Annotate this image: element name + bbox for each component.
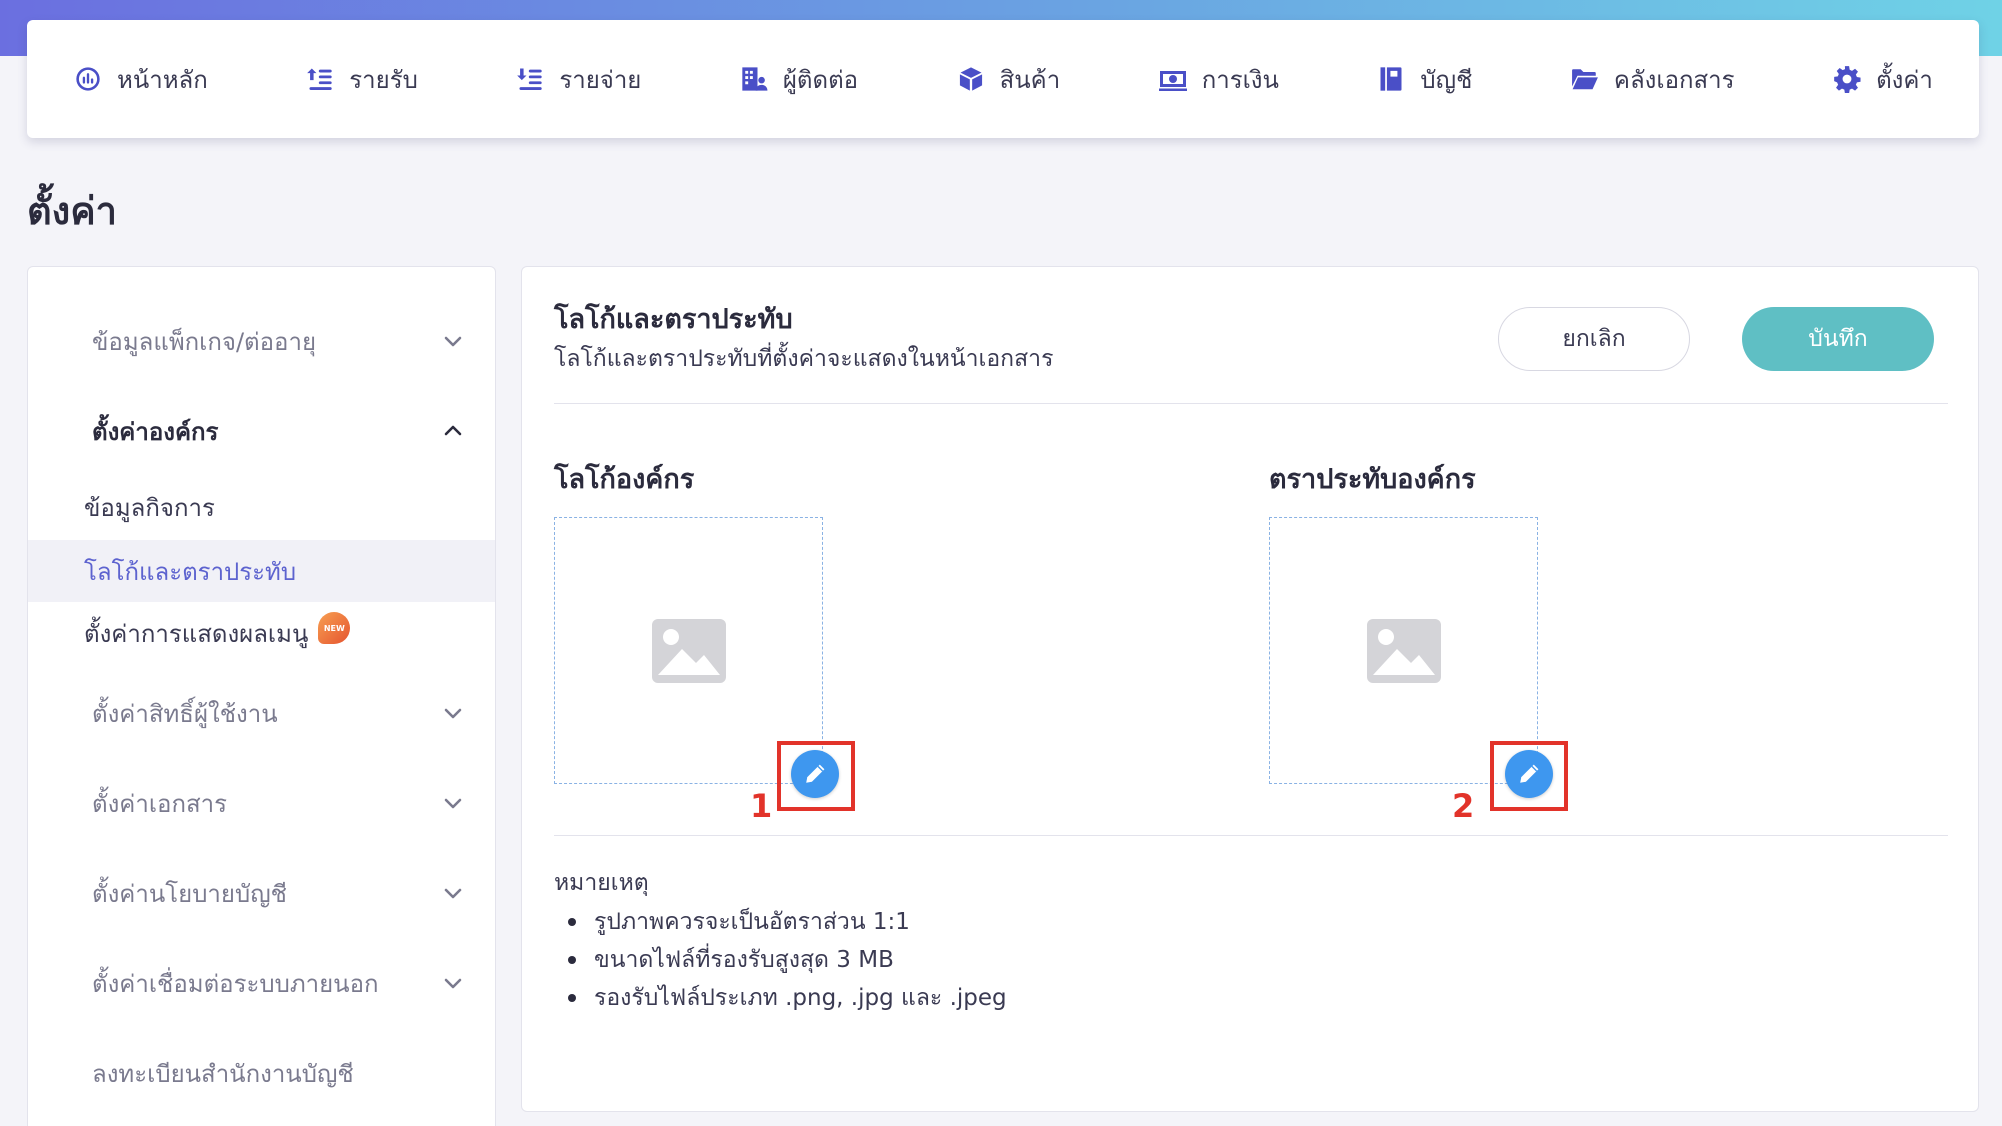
nav-item-documents[interactable]: คลังเอกสาร bbox=[1566, 52, 1739, 107]
note-title: หมายเหตุ bbox=[554, 870, 649, 896]
main-navbar: หน้าหลัก รายรับ รายจ่าย ผู้ติดต่อ สินค้า… bbox=[27, 20, 1979, 138]
chevron-down-icon bbox=[441, 881, 465, 905]
sidebar-group-register-accounting-office[interactable]: ลงทะเบียนสำนักงานบัญชี bbox=[28, 1043, 495, 1103]
header-divider bbox=[554, 403, 1948, 404]
note-item: รองรับไฟล์ประเภท .png, .jpg และ .jpeg bbox=[554, 979, 1007, 1017]
stamp-title: ตราประทับองค์กร bbox=[1269, 464, 1476, 495]
sidebar-group-label: ตั้งค่านโยบายบัญชี bbox=[92, 879, 287, 908]
save-button[interactable]: บันทึก bbox=[1742, 307, 1934, 371]
nav-label: รายรับ bbox=[349, 65, 418, 94]
chevron-down-icon bbox=[441, 791, 465, 815]
logo-stamp-panel: โลโก้และตราประทับ โลโก้และตราประทับที่ตั… bbox=[521, 266, 1979, 1112]
nav-item-contacts[interactable]: ผู้ติดต่อ bbox=[735, 52, 862, 107]
note-item: รูปภาพควรจะเป็นอัตราส่วน 1:1 bbox=[554, 903, 1007, 941]
sidebar-item-logo-stamp[interactable]: โลโก้และตราประทับ bbox=[28, 540, 495, 602]
nav-item-settings[interactable]: ตั้งค่า bbox=[1828, 52, 1937, 107]
section-title: โลโก้และตราประทับ bbox=[554, 304, 793, 335]
contacts-icon bbox=[739, 64, 769, 94]
logo-title: โลโก้องค์กร bbox=[554, 464, 695, 495]
chevron-down-icon bbox=[441, 329, 465, 353]
sidebar-item-label: ข้อมูลกิจการ bbox=[84, 493, 215, 522]
note-item: ขนาดไฟล์ที่รองรับสูงสุด 3 MB bbox=[554, 941, 1007, 979]
sidebar-group-documents[interactable]: ตั้งค่าเอกสาร bbox=[28, 773, 495, 833]
sidebar-group-label: ตั้งค่าเชื่อมต่อระบบภายนอก bbox=[92, 969, 379, 998]
sidebar-group-integrations[interactable]: ตั้งค่าเชื่อมต่อระบบภายนอก bbox=[28, 953, 495, 1013]
nav-item-products[interactable]: สินค้า bbox=[952, 52, 1065, 107]
nav-item-accounting[interactable]: บัญชี bbox=[1372, 52, 1476, 107]
step-number-1: 1 bbox=[750, 787, 773, 825]
chevron-up-icon bbox=[441, 419, 465, 443]
image-placeholder-icon bbox=[651, 618, 726, 683]
chevron-down-icon bbox=[441, 971, 465, 995]
image-placeholder-icon bbox=[1366, 618, 1441, 683]
new-badge: NEW bbox=[318, 612, 351, 644]
content-divider bbox=[554, 835, 1948, 836]
nav-label: คลังเอกสาร bbox=[1613, 65, 1735, 94]
chevron-down-icon bbox=[441, 701, 465, 725]
nav-label: การเงิน bbox=[1201, 65, 1279, 94]
page-title: ตั้งค่า bbox=[27, 189, 117, 233]
cancel-button[interactable]: ยกเลิก bbox=[1498, 307, 1690, 371]
pencil-icon bbox=[1520, 764, 1539, 783]
nav-item-expense[interactable]: รายจ่าย bbox=[511, 52, 645, 107]
logo-edit-button[interactable] bbox=[791, 750, 839, 798]
money-icon bbox=[1158, 64, 1188, 94]
nav-label: รายจ่าย bbox=[559, 65, 642, 94]
sidebar-group-label: ตั้งค่าองค์กร bbox=[92, 417, 219, 446]
folder-icon bbox=[1570, 64, 1600, 94]
nav-item-finance[interactable]: การเงิน bbox=[1154, 52, 1283, 107]
nav-label: หน้าหลัก bbox=[117, 65, 208, 94]
section-subtitle: โลโก้และตราประทับที่ตั้งค่าจะแสดงในหน้าเ… bbox=[554, 346, 1054, 372]
sidebar-item-label: โลโก้และตราประทับ bbox=[84, 557, 297, 586]
dashboard-icon bbox=[73, 64, 103, 94]
sidebar-group-label: ข้อมูลแพ็กเกจ/ต่ออายุ bbox=[92, 327, 317, 356]
settings-sidebar: ข้อมูลแพ็กเกจ/ต่ออายุ ตั้งค่าองค์กร ข้อม… bbox=[27, 266, 496, 1126]
gear-icon bbox=[1832, 64, 1862, 94]
sidebar-item-business-info[interactable]: ข้อมูลกิจการ bbox=[28, 476, 495, 538]
stamp-upload-area[interactable] bbox=[1269, 517, 1538, 784]
note-list: รูปภาพควรจะเป็นอัตราส่วน 1:1 ขนาดไฟล์ที่… bbox=[554, 903, 1007, 1017]
nav-label: ตั้งค่า bbox=[1876, 65, 1933, 94]
nav-label: สินค้า bbox=[999, 65, 1061, 94]
pencil-icon bbox=[806, 764, 825, 783]
sidebar-group-organization[interactable]: ตั้งค่าองค์กร bbox=[28, 401, 495, 461]
box-icon bbox=[956, 64, 986, 94]
sidebar-group-label: ลงทะเบียนสำนักงานบัญชี bbox=[92, 1059, 354, 1088]
nav-item-home[interactable]: หน้าหลัก bbox=[69, 52, 212, 107]
stamp-edit-button[interactable] bbox=[1505, 750, 1553, 798]
expense-icon bbox=[515, 64, 545, 94]
income-icon bbox=[305, 64, 335, 94]
nav-item-income[interactable]: รายรับ bbox=[301, 52, 422, 107]
sidebar-group-label: ตั้งค่าเอกสาร bbox=[92, 789, 227, 818]
book-icon bbox=[1376, 64, 1406, 94]
sidebar-group-package[interactable]: ข้อมูลแพ็กเกจ/ต่ออายุ bbox=[28, 311, 495, 371]
sidebar-group-accounting-policy[interactable]: ตั้งค่านโยบายบัญชี bbox=[28, 863, 495, 923]
step-number-2: 2 bbox=[1452, 787, 1475, 825]
sidebar-item-menu-display[interactable]: ตั้งค่าการแสดงผลเมนู NEW bbox=[28, 602, 495, 664]
sidebar-item-label: ตั้งค่าการแสดงผลเมนู bbox=[84, 619, 309, 648]
logo-upload-area[interactable] bbox=[554, 517, 823, 784]
sidebar-group-label: ตั้งค่าสิทธิ์ผู้ใช้งาน bbox=[92, 699, 278, 728]
sidebar-group-permissions[interactable]: ตั้งค่าสิทธิ์ผู้ใช้งาน bbox=[28, 683, 495, 743]
nav-label: ผู้ติดต่อ bbox=[782, 65, 859, 94]
nav-label: บัญชี bbox=[1420, 65, 1473, 94]
